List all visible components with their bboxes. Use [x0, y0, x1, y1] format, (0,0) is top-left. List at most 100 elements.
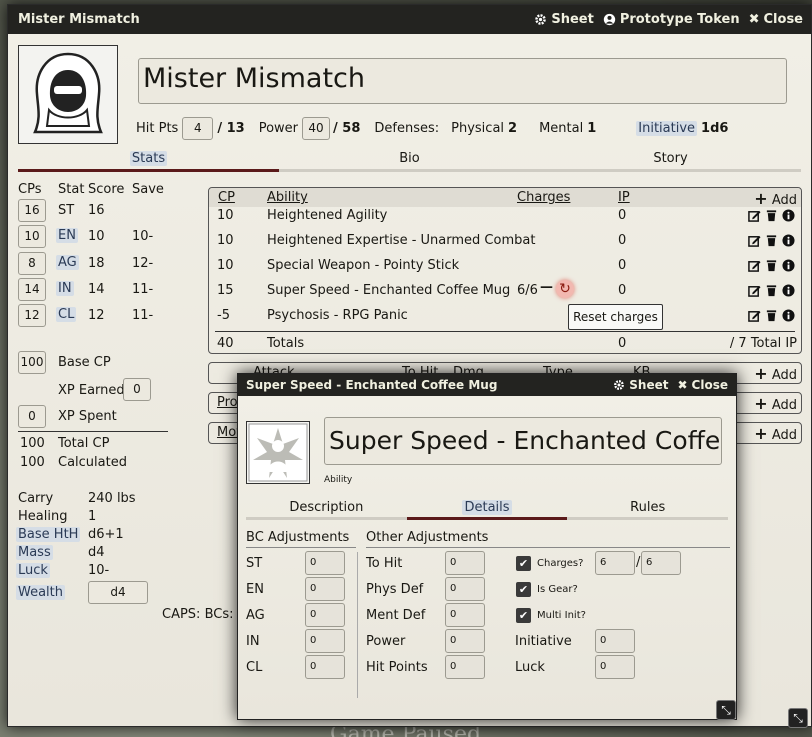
ability-name-input[interactable]: Super Speed - Enchanted Coffee Mug: [324, 417, 722, 465]
en-cp-input[interactable]: 10: [18, 225, 46, 248]
tab-description[interactable]: Description: [246, 500, 407, 520]
ability-row[interactable]: 10 Heightened Expertise - Unarmed Combat…: [209, 230, 801, 255]
luck-label[interactable]: Luck: [16, 563, 50, 578]
hit-points-adj-input[interactable]: 0: [445, 655, 485, 679]
multi-init-checkbox[interactable]: ✔: [516, 608, 531, 623]
xp-spent-label: XP Spent: [58, 409, 117, 424]
main-resize-handle[interactable]: ⤡: [788, 708, 808, 728]
trash-icon[interactable]: [765, 234, 778, 247]
ag-cp-input[interactable]: 8: [18, 252, 46, 275]
ability-column-header[interactable]: Ability: [267, 190, 308, 205]
info-icon[interactable]: [782, 284, 795, 297]
initiative-label[interactable]: Initiative: [636, 121, 698, 136]
ability-row[interactable]: 10 Heightened Agility 0: [209, 205, 801, 230]
bc-ag-input[interactable]: 0: [305, 603, 345, 627]
info-icon[interactable]: [782, 209, 795, 222]
dialog-resize-handle[interactable]: ⤡: [716, 700, 736, 720]
tab-details[interactable]: Details: [406, 500, 568, 520]
ability-name[interactable]: Psychosis - RPG Panic: [267, 308, 408, 323]
bc-st-input[interactable]: 0: [305, 551, 345, 575]
xp-spent-input[interactable]: 0: [18, 405, 46, 428]
physical-defense-value: 2: [508, 121, 518, 136]
info-icon[interactable]: [782, 234, 795, 247]
tab-bio[interactable]: Bio: [279, 151, 540, 172]
ability-name[interactable]: Special Weapon - Pointy Stick: [267, 258, 459, 273]
prototype-token-button[interactable]: Prototype Token: [603, 12, 740, 27]
possessions-column-header[interactable]: Pro: [217, 395, 238, 410]
power-input[interactable]: 40: [302, 117, 331, 140]
charges-max-input[interactable]: 6: [641, 551, 681, 575]
sheet-config-button[interactable]: Sheet: [534, 12, 594, 27]
trash-icon[interactable]: [765, 309, 778, 322]
mass-label[interactable]: Mass: [16, 545, 53, 560]
charges-checkbox[interactable]: ✔: [516, 556, 531, 571]
tab-story[interactable]: Story: [540, 151, 801, 172]
phys-def-input[interactable]: 0: [445, 577, 485, 601]
luck-adj-input[interactable]: 0: [595, 655, 635, 679]
hit-pts-input[interactable]: 4: [182, 117, 214, 140]
edit-icon[interactable]: [748, 234, 761, 247]
ag-save: 12-: [132, 256, 154, 271]
en-stat-label[interactable]: EN: [56, 228, 78, 243]
ip-column-header[interactable]: IP: [618, 190, 630, 205]
dialog-close-button[interactable]: ✖ Close: [677, 378, 728, 392]
ability-row[interactable]: -5 Psychosis - RPG Panic: [209, 305, 801, 330]
add-possession-button[interactable]: + Add: [754, 394, 797, 413]
info-icon[interactable]: [782, 259, 795, 272]
luck-value: 10-: [88, 563, 110, 578]
character-name-input[interactable]: Mister Mismatch: [138, 58, 787, 104]
ability-name[interactable]: Super Speed - Enchanted Coffee Mug: [267, 283, 510, 298]
cl-stat-label[interactable]: CL: [56, 307, 77, 322]
stat-header: Stat: [58, 182, 85, 197]
add-attack-button[interactable]: + Add: [754, 364, 797, 383]
ability-name[interactable]: Heightened Agility: [267, 208, 387, 223]
add-movement-button[interactable]: + Add: [754, 424, 797, 443]
ability-row[interactable]: 10 Special Weapon - Pointy Stick 0: [209, 255, 801, 280]
cl-cp-input[interactable]: 12: [18, 304, 46, 327]
ability-name[interactable]: Heightened Expertise - Unarmed Combat: [267, 233, 535, 248]
dialog-sheet-button[interactable]: Sheet: [613, 378, 668, 392]
tab-stats[interactable]: Stats: [18, 151, 279, 172]
info-icon[interactable]: [782, 309, 795, 322]
base-cp-input[interactable]: 100: [18, 351, 46, 374]
trash-icon[interactable]: [765, 259, 778, 272]
cp-column-header[interactable]: CP: [218, 190, 235, 205]
edit-icon[interactable]: [748, 209, 761, 222]
in-stat-label[interactable]: IN: [56, 281, 74, 296]
power-adj-input[interactable]: 0: [445, 629, 485, 653]
edit-icon[interactable]: [748, 309, 761, 322]
bc-ag-label: AG: [246, 608, 265, 623]
window-header[interactable]: Mister Mismatch Sheet Prototype Token ✖ …: [8, 5, 811, 34]
ability-image[interactable]: [246, 421, 310, 484]
dialog-header[interactable]: Super Speed - Enchanted Coffee Mug Sheet…: [238, 374, 736, 396]
to-hit-label: To Hit: [366, 556, 403, 571]
ability-row[interactable]: 15 Super Speed - Enchanted Coffee Mug 6/…: [209, 280, 801, 305]
charges-current-input[interactable]: 6: [595, 551, 635, 575]
close-button[interactable]: ✖ Close: [749, 12, 803, 27]
healing-label: Healing: [18, 509, 68, 524]
wealth-input[interactable]: d4: [88, 581, 148, 604]
bc-cl-input[interactable]: 0: [305, 655, 345, 679]
reset-charges-icon[interactable]: ↻: [556, 280, 574, 298]
bc-in-input[interactable]: 0: [305, 629, 345, 653]
trash-icon[interactable]: [765, 284, 778, 297]
initiative-adj-input[interactable]: 0: [595, 629, 635, 653]
bc-en-input[interactable]: 0: [305, 577, 345, 601]
edit-icon[interactable]: [748, 284, 761, 297]
character-portrait[interactable]: [18, 45, 118, 144]
ag-stat-label[interactable]: AG: [56, 255, 79, 270]
st-cp-input[interactable]: 16: [18, 199, 46, 222]
wealth-label[interactable]: Wealth: [16, 585, 66, 600]
decrement-charge-button[interactable]: —: [540, 280, 553, 295]
score-header: Score: [88, 182, 125, 197]
trash-icon[interactable]: [765, 209, 778, 222]
to-hit-input[interactable]: 0: [445, 551, 485, 575]
charges-column-header[interactable]: Charges: [517, 190, 570, 205]
in-cp-input[interactable]: 14: [18, 278, 46, 301]
tab-rules[interactable]: Rules: [567, 500, 729, 520]
edit-icon[interactable]: [748, 259, 761, 272]
is-gear-checkbox[interactable]: ✔: [516, 582, 531, 597]
xp-earned-input[interactable]: 0: [123, 378, 151, 401]
ment-def-input[interactable]: 0: [445, 603, 485, 627]
base-hth-label[interactable]: Base HtH: [16, 527, 81, 542]
